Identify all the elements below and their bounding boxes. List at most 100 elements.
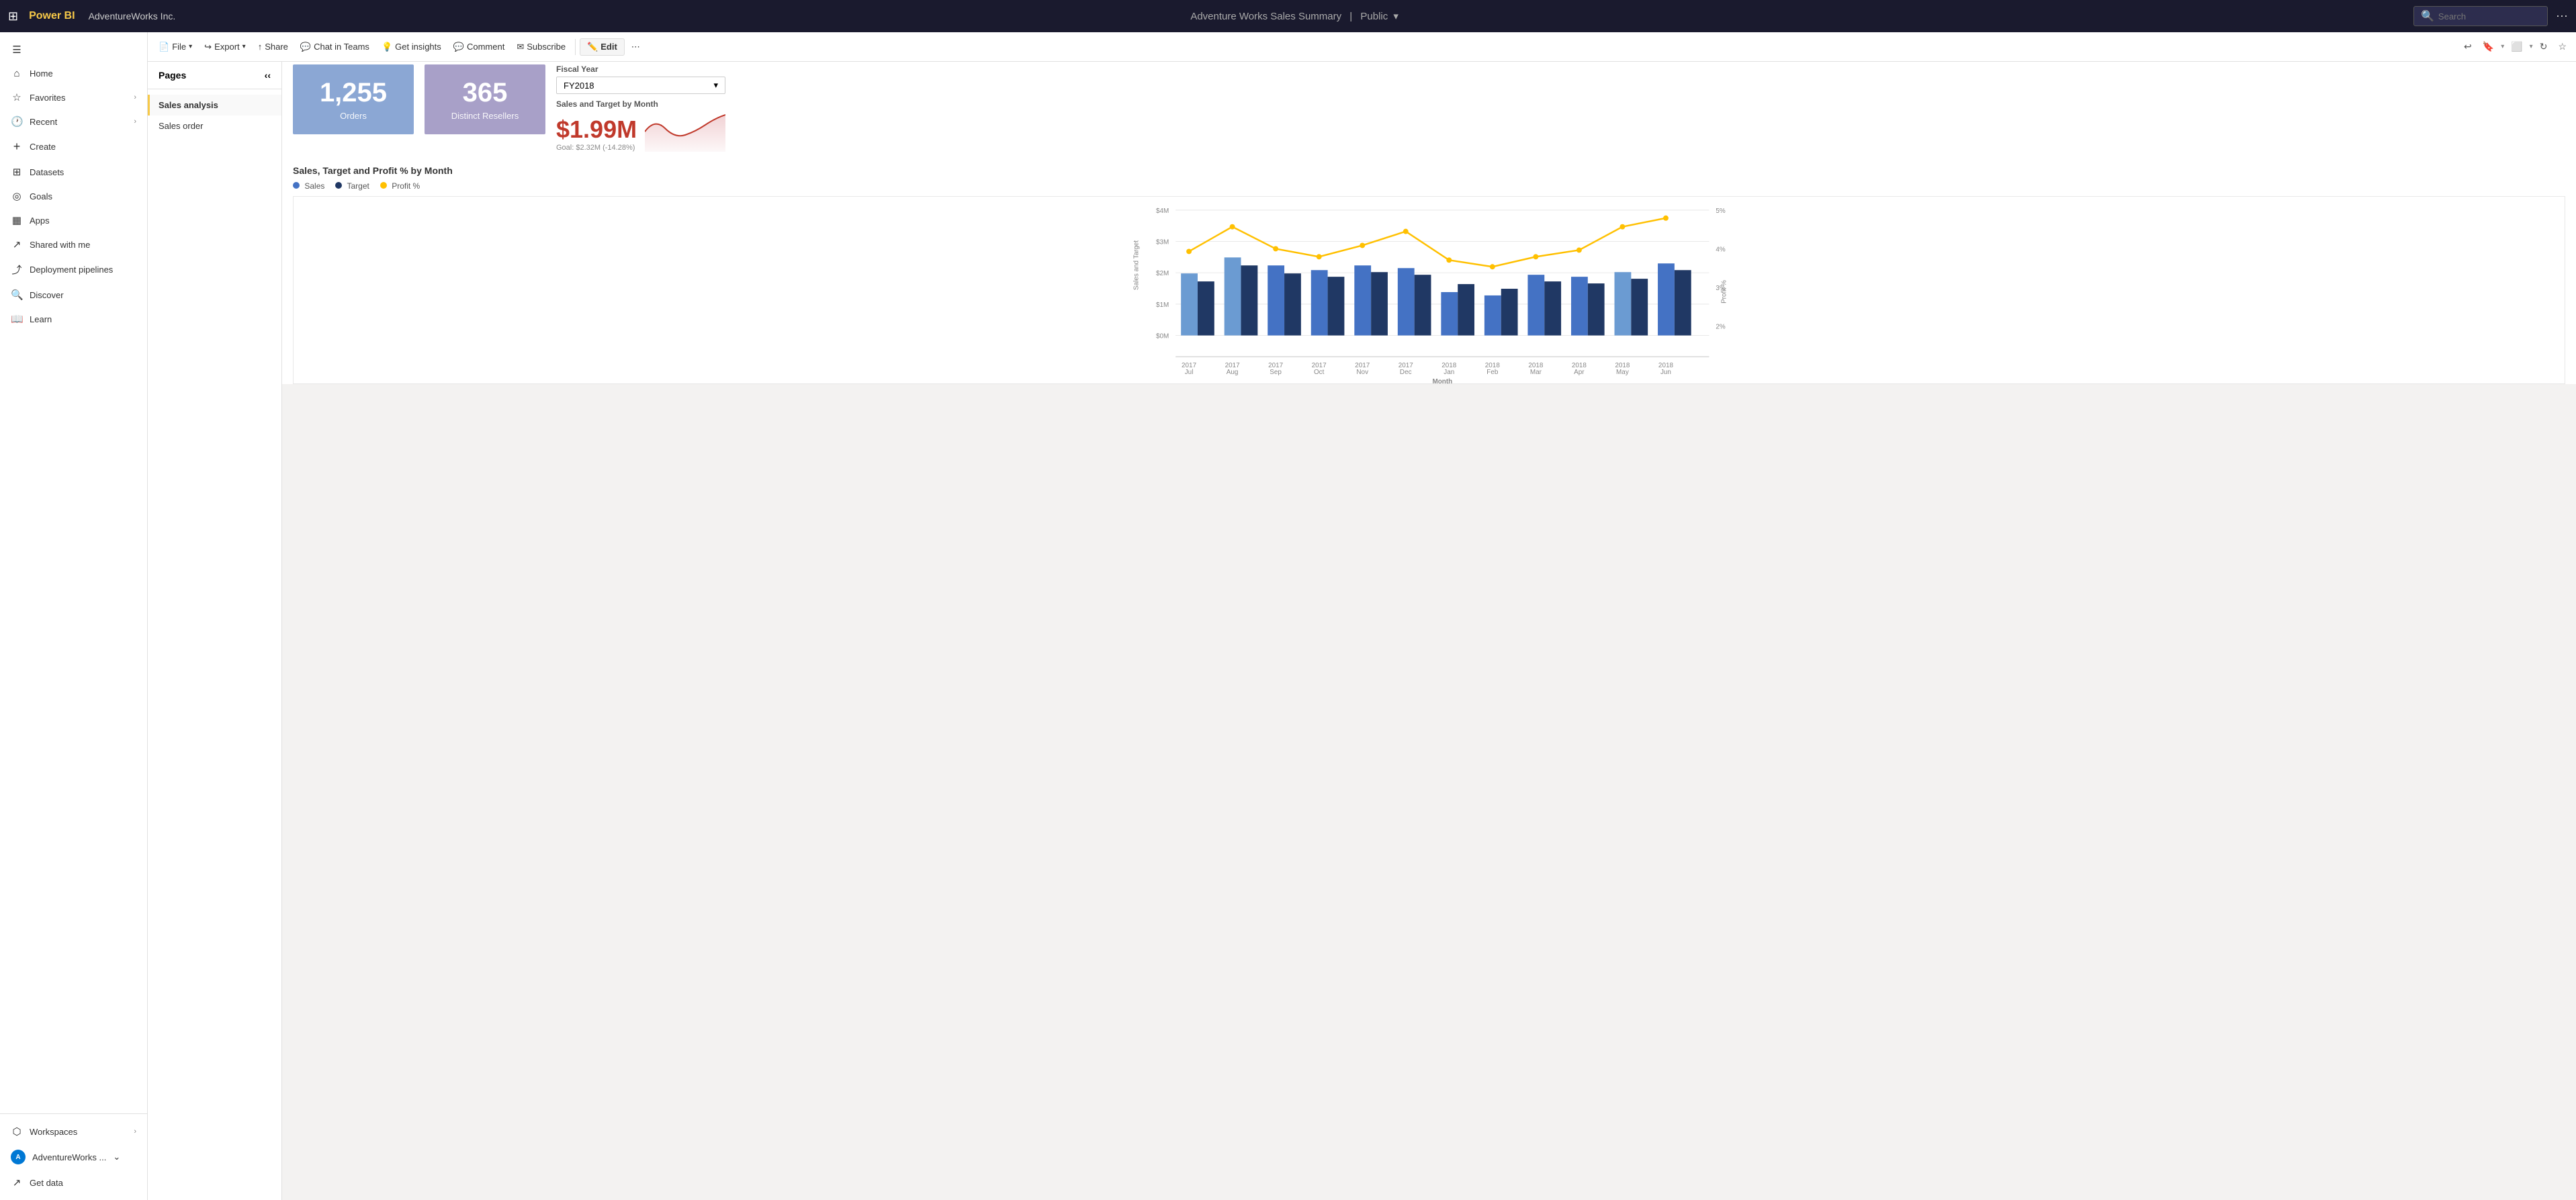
share-button[interactable]: ↑ Share [253,39,294,54]
profit-dot-10 [1576,247,1582,252]
svg-text:5%: 5% [1716,207,1726,215]
search-input[interactable] [2438,11,2532,21]
sidebar-item-learn[interactable]: 📖 Learn [0,307,147,331]
workspace-chevron-icon: ⌄ [113,1152,120,1162]
svg-text:May: May [1616,369,1629,376]
bar-target-10 [1588,283,1605,335]
file-icon: 📄 [159,42,169,52]
edit-button[interactable]: ✏️ Edit [580,38,625,56]
pages-list: Sales analysis Sales order [148,89,281,142]
subscribe-button[interactable]: ✉ Subscribe [511,39,571,55]
sidebar-item-datasets[interactable]: ⊞ Datasets [0,160,147,184]
sparkline-chart [645,111,725,152]
shared-icon: ↗ [11,238,23,250]
sidebar-item-pipelines[interactable]: ⤴ Deployment pipelines [0,257,147,283]
toolbar2: 📄 File ▾ ↪ Export ▾ ↑ Share 💬 Chat in Te… [148,32,2576,62]
svg-text:Sales and Target: Sales and Target [1133,240,1141,290]
profit-dot-4 [1317,254,1322,259]
svg-text:Nov: Nov [1356,369,1368,376]
svg-text:Sep: Sep [1270,369,1282,376]
fiscal-year-chevron-icon: ▾ [714,80,719,91]
page-item-sales-order[interactable]: Sales order [148,116,281,136]
bar-sales-9 [1527,275,1544,335]
waffle-icon[interactable]: ⊞ [8,9,18,24]
sales-target-title: Sales and Target by Month [556,99,725,109]
bookmark-button[interactable]: 🔖 [2479,38,2498,55]
comment-button[interactable]: 💬 Comment [448,39,510,55]
sidebar-item-recent-label: Recent [30,117,57,127]
sidebar-item-favorites[interactable]: ☆ Favorites › [0,85,147,109]
toolbar-separator-1 [575,39,576,55]
legend-profit: Profit % [380,181,420,191]
insights-icon: 💡 [382,42,392,52]
svg-text:Mar: Mar [1530,369,1542,376]
sidebar-item-getdata[interactable]: ↗ Get data [0,1170,147,1195]
sidebar-item-workspaces[interactable]: ⬡ Workspaces › [0,1119,147,1144]
page-sales-analysis-label: Sales analysis [159,100,218,110]
svg-text:Jun: Jun [1660,369,1671,376]
bar-sales-1 [1181,273,1198,335]
bar-target-11 [1631,279,1648,335]
fiscal-year-select[interactable]: FY2018 ▾ [556,77,725,94]
sidebar-item-learn-label: Learn [30,314,52,324]
sidebar-item-adventureworks[interactable]: A AdventureWorks ... ⌄ [0,1144,147,1170]
page-item-sales-analysis[interactable]: Sales analysis [148,95,281,116]
metrics-filters-row: 1,255 Orders 365 Distinct Resellers Fisc… [282,54,2576,157]
profit-dot-12 [1663,216,1669,221]
sidebar-item-home[interactable]: ⌂ Home [0,62,147,85]
fit-page-button[interactable]: ⬜ [2507,38,2526,55]
svg-text:$0M: $0M [1156,332,1169,340]
bar-sales-2 [1225,257,1241,335]
resellers-label: Distinct Resellers [441,111,529,121]
chat-teams-button[interactable]: 💬 Chat in Teams [295,39,375,55]
sidebar-nav: ☰ ⌂ Home ☆ Favorites › 🕐 Recent › + Crea… [0,32,147,1113]
profit-dot-9 [1533,254,1538,259]
bar-target-7 [1458,284,1474,335]
bar-sales-10 [1571,277,1588,335]
sidebar-item-apps[interactable]: ▦ Apps [0,208,147,232]
sidebar-item-create[interactable]: + Create [0,134,147,160]
bar-target-3 [1284,273,1301,335]
svg-text:Profit %: Profit % [1720,280,1728,304]
main-chart-svg: $4M $3M $2M $1M $0M 5% 4% 3% 2% [294,197,2565,383]
sidebar-item-goals[interactable]: ◎ Goals [0,184,147,208]
collapse-pages-icon[interactable]: ‹‹ [265,70,271,81]
bar-target-5 [1371,272,1388,335]
legend-target-dot [335,182,342,189]
svg-text:Month: Month [1432,378,1452,383]
bar-sales-8 [1484,295,1501,336]
bar-target-2 [1241,265,1258,335]
svg-text:$2M: $2M [1156,270,1169,277]
svg-text:Jan: Jan [1444,369,1454,376]
export-button[interactable]: ↪ Export ▾ [199,39,251,55]
bar-target-4 [1328,277,1345,335]
bar-target-6 [1415,275,1431,335]
sidebar-item-recent[interactable]: 🕐 Recent › [0,109,147,134]
chart-title: Sales, Target and Profit % by Month [293,165,2565,176]
workspace-avatar: A [11,1150,26,1164]
datasets-icon: ⊞ [11,166,23,178]
svg-text:$4M: $4M [1156,207,1169,215]
sidebar-item-shared-label: Shared with me [30,240,90,250]
sidebar-item-discover[interactable]: 🔍 Discover [0,283,147,307]
insights-button[interactable]: 💡 Get insights [376,39,447,55]
more-options-icon[interactable]: ⋯ [2556,9,2568,24]
orders-value: 1,255 [309,78,398,108]
refresh-button[interactable]: ↻ [2536,38,2552,55]
sidebar-item-shared[interactable]: ↗ Shared with me [0,232,147,257]
file-button[interactable]: 📄 File ▾ [153,39,197,55]
bar-sales-5 [1354,265,1371,335]
svg-text:Oct: Oct [1314,369,1325,376]
toolbar-right: ↩ 🔖 ▾ ⬜ ▾ ↻ ☆ [2460,38,2571,55]
star-button[interactable]: ☆ [2554,38,2571,55]
sidebar-item-collapse[interactable]: ☰ [0,38,147,62]
visibility-chevron-icon[interactable]: ▾ [1393,11,1398,22]
more-toolbar-button[interactable]: ⋯ [626,39,646,55]
legend-sales: Sales [293,181,324,191]
profit-dot-5 [1360,243,1365,248]
undo-button[interactable]: ↩ [2460,38,2476,55]
pages-title: Pages [159,70,186,81]
fit-chevron-icon: ▾ [2530,43,2533,50]
subscribe-icon: ✉ [517,42,524,52]
pages-panel: Pages ‹‹ Sales analysis Sales order [148,62,282,1200]
